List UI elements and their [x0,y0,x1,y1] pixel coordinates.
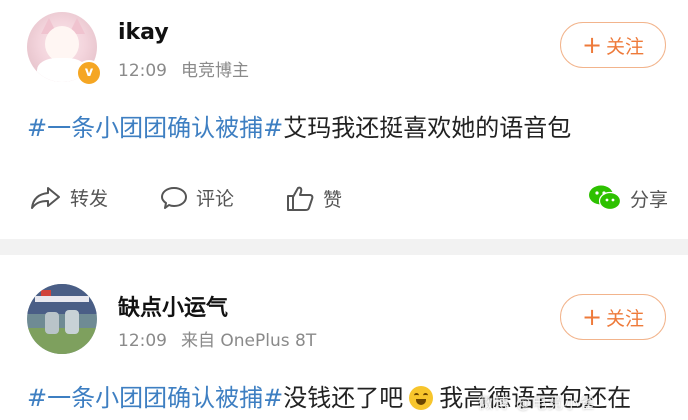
follow-label: 关注 [606,307,645,330]
like-label: 赞 [323,188,343,211]
plus-icon: + [581,303,603,331]
username[interactable]: 缺点小运气 [118,290,228,322]
follow-button[interactable]: + 关注 [560,22,666,68]
wechat-icon [589,185,622,211]
comment-icon [161,186,187,209]
avatar-face [45,26,79,62]
post-content: #一条小团团确认被捕#艾玛我还挺喜欢她的语音包 [27,108,571,143]
post-meta: 12:09 电竞博主 [118,56,263,81]
avatar-figure [65,310,79,334]
follow-button[interactable]: + 关注 [560,294,666,340]
avatar-figure [45,312,59,334]
post-source: 来自 OnePlus 8T [181,331,317,351]
follow-label: 关注 [606,35,645,58]
avatar-ground [27,328,97,354]
comment-button[interactable]: 评论 [160,184,234,211]
avatar-flag [41,290,51,296]
hashtag-link[interactable]: #一条小团团确认被捕# [27,384,283,412]
verified-badge-icon: v [76,60,102,86]
avatar-banner [35,296,89,302]
post-time: 12:09 [118,331,167,351]
post-time: 12:09 [118,61,167,81]
repost-icon [31,186,60,209]
action-bar: 转发 评论 赞 分享 [0,180,688,220]
laughing-crying-emoji-icon [409,386,434,410]
plus-icon: + [581,31,603,59]
thumbs-up-icon [287,186,314,211]
comment-label: 评论 [196,188,235,210]
share-button[interactable]: 分享 [588,184,668,212]
post-source: 电竞博主 [181,61,249,81]
repost-label: 转发 [70,188,109,210]
post-divider [0,239,688,255]
watermark: 微博 @电竞小雀 [478,394,596,412]
repost-button[interactable]: 转发 [30,184,108,211]
like-button[interactable]: 赞 [285,184,342,212]
post-text: 没钱还了吧 [283,384,404,412]
username[interactable]: ikay [118,20,169,45]
post-meta: 12:09 来自 OnePlus 8T [118,326,330,351]
hashtag-link[interactable]: #一条小团团确认被捕# [27,114,283,142]
post-text: 艾玛我还挺喜欢她的语音包 [283,114,572,142]
share-label: 分享 [630,188,669,211]
avatar[interactable] [27,284,97,354]
